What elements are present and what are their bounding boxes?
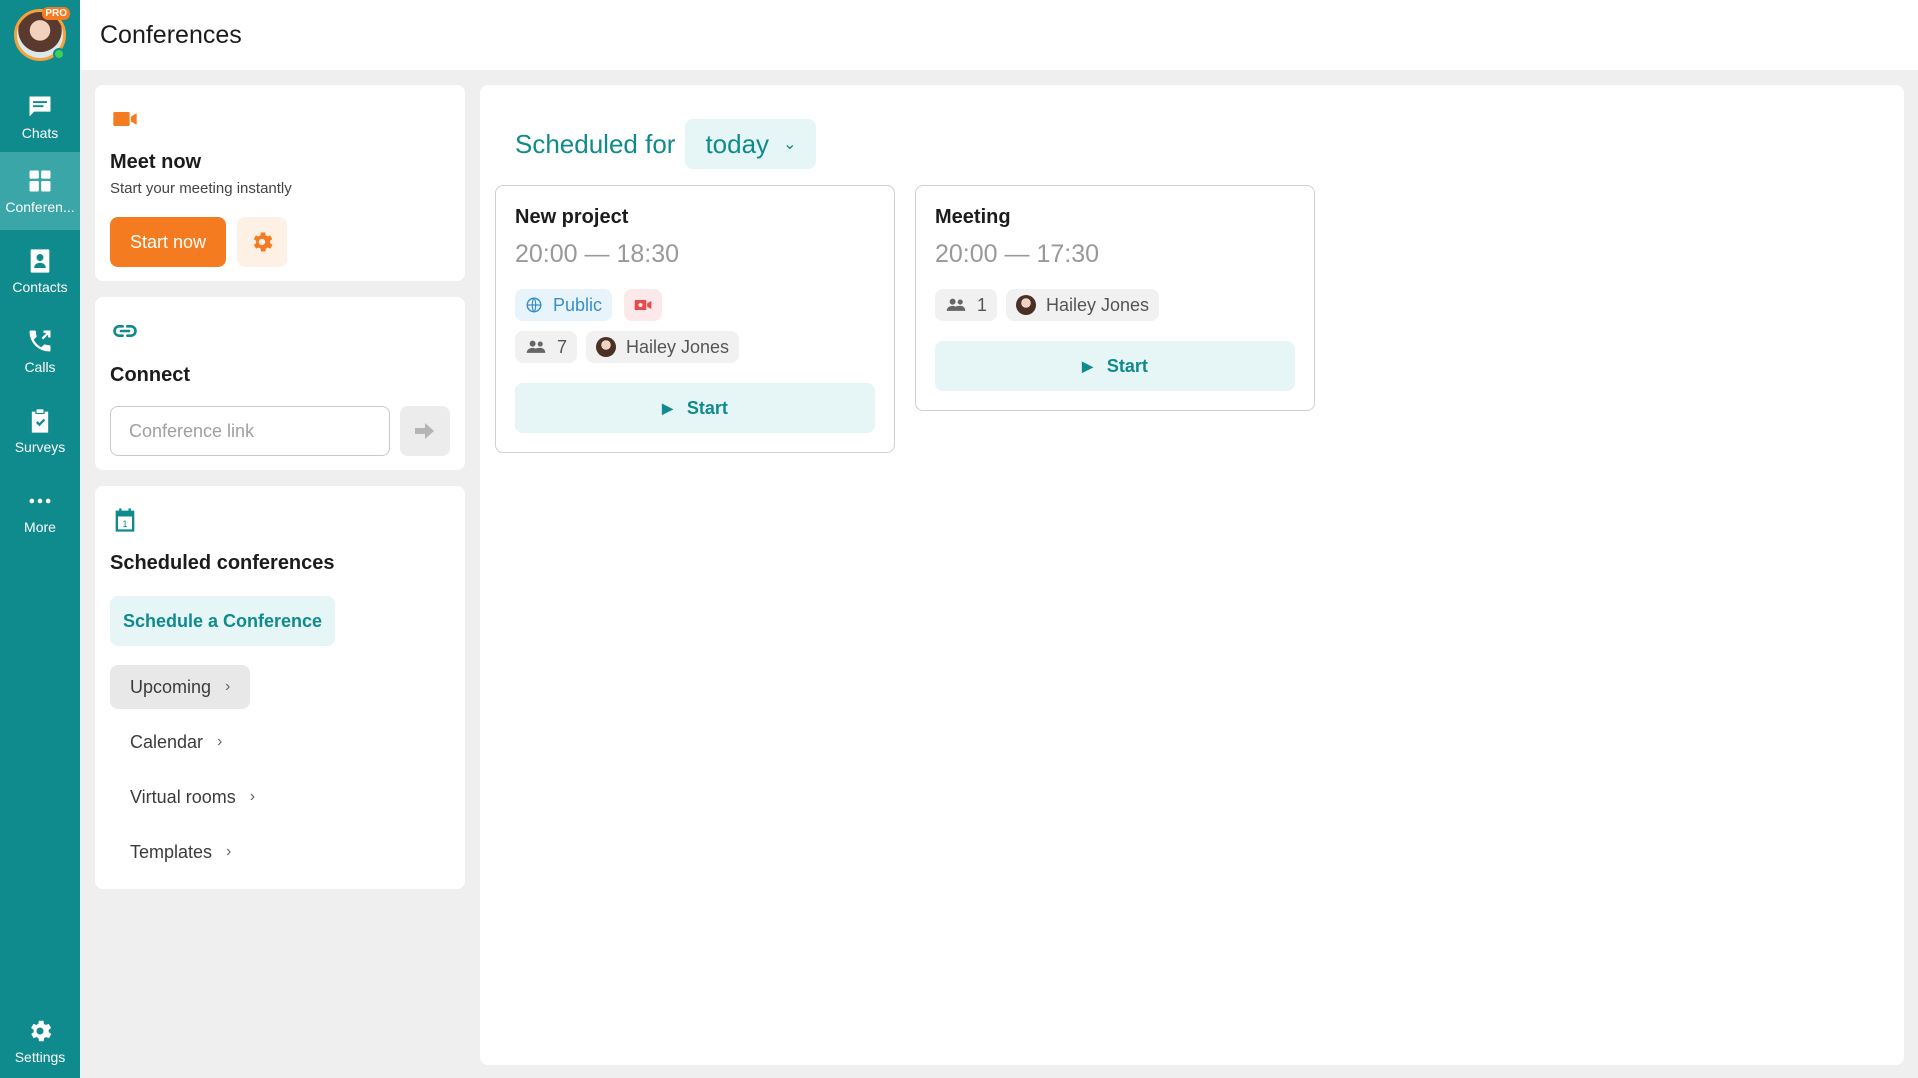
owner-name: Hailey Jones	[626, 336, 730, 357]
scheduled-for-label: Scheduled for	[515, 128, 676, 159]
start-conference-button[interactable]: ▶ Start	[515, 383, 875, 433]
participants-count: 7	[515, 331, 578, 363]
link-label: Upcoming	[130, 676, 212, 697]
nav-item-conferences[interactable]: Conferen...	[0, 152, 80, 230]
survey-clipboard-icon	[31, 409, 49, 433]
nav-rail: PRO Chats Conferen... Contacts Calls Sur…	[0, 0, 80, 1078]
link-label: Virtual rooms	[130, 786, 236, 807]
calendar-link[interactable]: Calendar ›	[110, 720, 242, 764]
period-dropdown[interactable]: today ⌄	[685, 119, 817, 169]
nav-item-settings[interactable]: Settings	[0, 1002, 80, 1078]
recording-badge	[624, 289, 662, 321]
nav-item-label: Contacts	[12, 279, 68, 295]
conference-link-input[interactable]	[110, 406, 390, 456]
start-conference-button[interactable]: ▶ Start	[935, 341, 1295, 391]
owner-chip: Hailey Jones	[586, 331, 740, 363]
top-bar: Conferences	[80, 0, 1918, 70]
nav-item-label: Settings	[14, 1049, 66, 1065]
page-title: Conferences	[100, 20, 242, 49]
chevron-right-icon: ›	[226, 843, 232, 860]
link-label: Calendar	[130, 731, 204, 752]
virtual-rooms-link[interactable]: Virtual rooms ›	[110, 775, 275, 819]
profile-avatar[interactable]: PRO	[14, 7, 70, 61]
conference-time: 20:00 — 18:30	[515, 240, 680, 268]
online-status-dot	[53, 48, 65, 60]
video-camera-icon	[113, 112, 137, 126]
nav-item-contacts[interactable]: Contacts	[0, 232, 80, 310]
nav-item-label: Surveys	[14, 439, 66, 455]
conference-card[interactable]: New project 20:00 — 18:30 Public 7 Haile…	[495, 185, 895, 453]
conference-time: 20:00 — 17:30	[935, 240, 1100, 268]
start-label: Start	[686, 397, 728, 418]
participants-count: 1	[935, 289, 998, 321]
nav-item-label: More	[24, 519, 56, 535]
connect-title: Connect	[110, 364, 190, 386]
conference-list-panel: Scheduled for today ⌄ New project 20:00 …	[480, 85, 1904, 1065]
meet-now-title: Meet now	[110, 151, 202, 173]
contacts-icon	[30, 249, 50, 273]
participants-number: 7	[557, 336, 568, 357]
start-now-button[interactable]: Start now	[110, 217, 226, 267]
arrow-right-icon	[415, 423, 434, 439]
play-icon: ▶	[1082, 357, 1093, 374]
calendar-icon: 1	[115, 508, 135, 532]
chevron-right-icon: ›	[217, 733, 223, 750]
scheduled-conferences-title: Scheduled conferences	[110, 552, 335, 574]
meet-now-card: Meet now Start your meeting instantly St…	[95, 85, 465, 281]
people-icon	[946, 298, 966, 311]
chevron-right-icon: ›	[225, 678, 231, 695]
nav-item-label: Calls	[24, 359, 56, 375]
phone-icon	[29, 330, 51, 352]
visibility-label: Public	[553, 294, 603, 315]
meet-now-subtitle: Start your meeting instantly	[110, 180, 292, 197]
avatar	[1016, 295, 1036, 315]
connect-card: Connect	[95, 297, 465, 470]
upcoming-link[interactable]: Upcoming ›	[110, 665, 251, 709]
more-dots-icon	[29, 498, 51, 504]
chevron-right-icon: ›	[249, 788, 256, 805]
conference-icon	[29, 170, 51, 192]
schedule-conference-button[interactable]: Schedule a Conference	[110, 596, 335, 646]
start-label: Start	[1106, 355, 1148, 376]
scheduled-for-header: Scheduled for today ⌄	[515, 119, 817, 169]
templates-link[interactable]: Templates ›	[110, 830, 251, 874]
calendar-day: 1	[122, 519, 127, 529]
gear-icon	[253, 232, 273, 252]
visibility-badge: Public	[515, 289, 613, 321]
link-icon	[113, 325, 137, 337]
video-recording-icon	[634, 300, 652, 310]
globe-icon	[526, 297, 542, 313]
play-icon: ▶	[662, 399, 673, 416]
people-icon	[526, 340, 546, 353]
avatar	[596, 337, 616, 357]
participants-number: 1	[977, 294, 988, 315]
period-value: today	[705, 128, 770, 159]
nav-item-more[interactable]: More	[0, 472, 80, 550]
join-link-button[interactable]	[400, 406, 450, 456]
conference-card[interactable]: Meeting 20:00 — 17:30 1 Hailey Jones ▶ S…	[915, 185, 1315, 411]
pro-badge: PRO	[42, 7, 70, 20]
nav-item-chats[interactable]: Chats	[0, 78, 80, 156]
gear-icon	[31, 1020, 52, 1042]
owner-name: Hailey Jones	[1046, 294, 1150, 315]
conference-title: New project	[515, 206, 629, 228]
meet-settings-button[interactable]	[237, 217, 287, 267]
chat-icon	[29, 96, 51, 117]
nav-item-surveys[interactable]: Surveys	[0, 392, 80, 470]
chevron-down-icon: ⌄	[783, 136, 797, 153]
conference-title: Meeting	[935, 206, 1011, 228]
link-label: Templates	[130, 841, 213, 862]
nav-item-calls[interactable]: Calls	[0, 312, 80, 390]
scheduled-conferences-card: 1 Scheduled conferences Schedule a Confe…	[95, 486, 465, 889]
owner-chip: Hailey Jones	[1006, 289, 1160, 321]
nav-item-label: Conferen...	[5, 199, 75, 215]
nav-item-label: Chats	[21, 125, 59, 141]
